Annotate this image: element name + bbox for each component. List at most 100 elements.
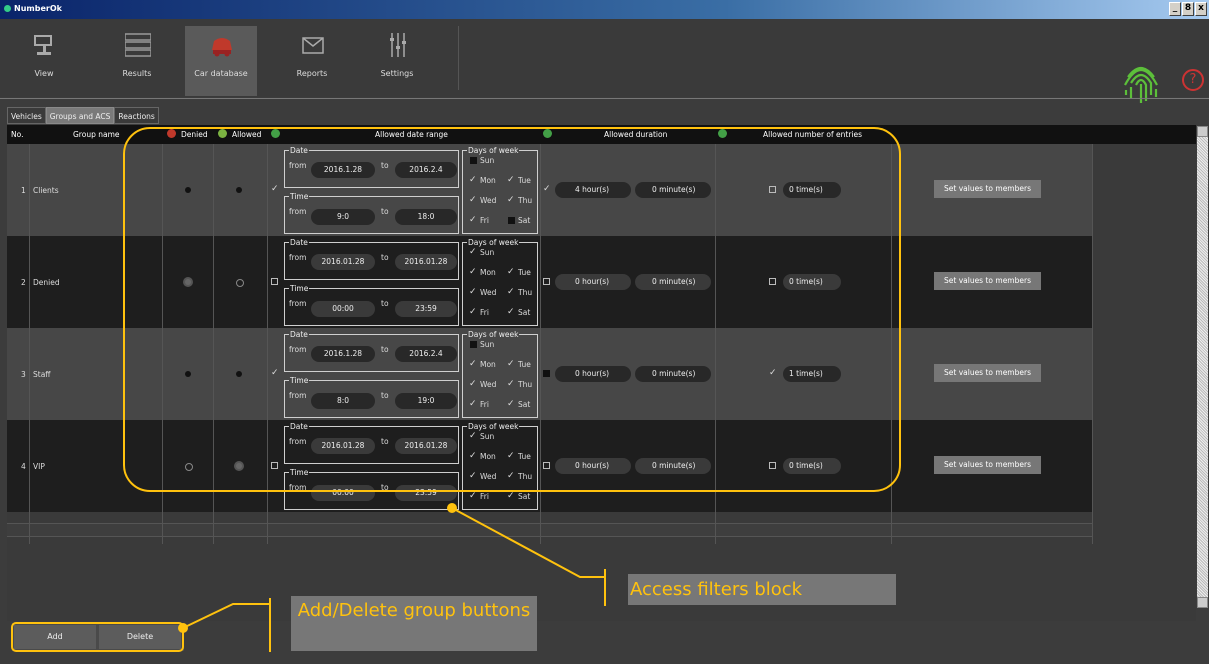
date-from-field[interactable]: 2016.1.28	[311, 162, 375, 178]
date-filter-checkbox[interactable]	[271, 462, 278, 469]
group-name[interactable]: Denied	[33, 278, 60, 287]
tab-groups-and-acs[interactable]: Groups and ACS	[45, 107, 115, 124]
denied-radio[interactable]	[185, 279, 191, 285]
scroll-down-icon[interactable]	[1197, 597, 1208, 608]
checkbox-checked-icon[interactable]: ✓	[507, 196, 515, 205]
checkbox-checked-icon[interactable]: ✓	[507, 400, 515, 409]
checkbox-checked-icon[interactable]: ✓	[469, 472, 477, 481]
toolbar-results-button[interactable]: Results	[101, 26, 173, 96]
allowed-radio[interactable]	[236, 463, 242, 469]
checkbox-unchecked[interactable]	[508, 217, 515, 224]
checkbox-checked-icon[interactable]: ✓	[469, 308, 477, 317]
checkbox-checked-icon[interactable]: ✓	[469, 176, 477, 185]
hours-spinner[interactable]: 0 hour(s)	[555, 366, 631, 382]
maximize-button[interactable]: 8	[1182, 2, 1194, 16]
duration-filter-checkbox[interactable]	[543, 462, 550, 469]
toolbar-reports-button[interactable]: Reports	[276, 26, 348, 96]
time-to-field[interactable]: 19:0	[395, 393, 457, 409]
table-row[interactable]: 3 Staff ✓ Date from 2016.1.28 to 2016.2.4 Time fr…	[7, 328, 1092, 420]
set-values-to-members-button[interactable]: Set values to members	[934, 180, 1041, 198]
date-from-field[interactable]: 2016.01.28	[311, 254, 375, 270]
checkbox-checked-icon[interactable]: ✓	[469, 288, 477, 297]
date-to-field[interactable]: 2016.2.4	[395, 162, 457, 178]
hours-spinner[interactable]: 4 hour(s)	[555, 182, 631, 198]
checkbox-checked-icon[interactable]: ✓	[469, 452, 477, 461]
denied-radio[interactable]	[185, 371, 191, 377]
entries-filter-checkbox[interactable]	[769, 186, 776, 193]
checkbox-unchecked[interactable]	[470, 157, 477, 164]
checkbox-checked-icon[interactable]: ✓	[507, 268, 515, 277]
minutes-spinner[interactable]: 0 minute(s)	[635, 458, 711, 474]
hours-spinner[interactable]: 0 hour(s)	[555, 274, 631, 290]
denied-radio[interactable]	[185, 187, 191, 193]
vertical-scrollbar[interactable]	[1197, 126, 1208, 608]
tab-vehicles[interactable]: Vehicles	[7, 107, 46, 124]
duration-filter-checkbox[interactable]: ✓	[543, 185, 551, 194]
group-name[interactable]: VIP	[33, 462, 45, 471]
set-values-to-members-button[interactable]: Set values to members	[934, 272, 1041, 290]
checkbox-checked-icon[interactable]: ✓	[507, 452, 515, 461]
set-values-to-members-button[interactable]: Set values to members	[934, 364, 1041, 382]
checkbox-checked-icon[interactable]: ✓	[507, 360, 515, 369]
duration-filter-checkbox[interactable]	[543, 370, 550, 377]
time-to-field[interactable]: 23:59	[395, 485, 457, 501]
checkbox-checked-icon[interactable]: ✓	[469, 216, 477, 225]
time-from-field[interactable]: 00:00	[311, 301, 375, 317]
date-to-field[interactable]: 2016.01.28	[395, 254, 457, 270]
allowed-radio[interactable]	[236, 371, 242, 377]
filter-toggle-icon[interactable]	[271, 129, 280, 138]
entries-spinner[interactable]: 1 time(s)	[783, 366, 841, 382]
checkbox-checked-icon[interactable]: ✓	[469, 400, 477, 409]
minutes-spinner[interactable]: 0 minute(s)	[635, 366, 711, 382]
checkbox-checked-icon[interactable]: ✓	[469, 432, 477, 441]
table-row[interactable]: 1 Clients ✓ Date from 2016.1.28 to 2016.2.4 Time…	[7, 144, 1092, 236]
minimize-button[interactable]: _	[1169, 2, 1181, 16]
checkbox-checked-icon[interactable]: ✓	[469, 492, 477, 501]
set-values-to-members-button[interactable]: Set values to members	[934, 456, 1041, 474]
checkbox-checked-icon[interactable]: ✓	[469, 360, 477, 369]
time-from-field[interactable]: 00:00	[311, 485, 375, 501]
entries-filter-checkbox[interactable]	[769, 278, 776, 285]
duration-filter-checkbox[interactable]	[543, 278, 550, 285]
date-to-field[interactable]: 2016.01.28	[395, 438, 457, 454]
time-to-field[interactable]: 23:59	[395, 301, 457, 317]
date-to-field[interactable]: 2016.2.4	[395, 346, 457, 362]
checkbox-checked-icon[interactable]: ✓	[507, 308, 515, 317]
allowed-radio[interactable]	[236, 279, 244, 287]
entries-spinner[interactable]: 0 time(s)	[783, 458, 841, 474]
tab-reactions[interactable]: Reactions	[114, 107, 159, 124]
toolbar-car-database-button[interactable]: Car database	[185, 26, 257, 96]
filter-toggle-icon[interactable]	[718, 129, 727, 138]
checkbox-unchecked[interactable]	[470, 341, 477, 348]
time-from-field[interactable]: 9:0	[311, 209, 375, 225]
denied-radio[interactable]	[185, 463, 193, 471]
filter-toggle-icon[interactable]	[543, 129, 552, 138]
entries-spinner[interactable]: 0 time(s)	[783, 182, 841, 198]
checkbox-checked-icon[interactable]: ✓	[469, 268, 477, 277]
time-from-field[interactable]: 8:0	[311, 393, 375, 409]
checkbox-checked-icon[interactable]: ✓	[507, 380, 515, 389]
delete-button[interactable]: Delete	[99, 625, 181, 649]
close-button[interactable]: x	[1195, 2, 1207, 16]
date-filter-checkbox[interactable]: ✓	[271, 185, 279, 194]
date-filter-checkbox[interactable]	[271, 278, 278, 285]
group-name[interactable]: Staff	[33, 370, 50, 379]
checkbox-checked-icon[interactable]: ✓	[507, 176, 515, 185]
date-from-field[interactable]: 2016.01.28	[311, 438, 375, 454]
group-name[interactable]: Clients	[33, 186, 59, 195]
checkbox-checked-icon[interactable]: ✓	[507, 472, 515, 481]
time-to-field[interactable]: 18:0	[395, 209, 457, 225]
entries-filter-checkbox[interactable]	[769, 462, 776, 469]
checkbox-checked-icon[interactable]: ✓	[469, 196, 477, 205]
allowed-radio[interactable]	[236, 187, 242, 193]
entries-spinner[interactable]: 0 time(s)	[783, 274, 841, 290]
table-row[interactable]: 2 Denied Date from 2016.01.28 to 2016.01.28 Tim…	[7, 236, 1092, 328]
toolbar-view-button[interactable]: View	[8, 26, 80, 96]
date-filter-checkbox[interactable]: ✓	[271, 369, 279, 378]
hours-spinner[interactable]: 0 hour(s)	[555, 458, 631, 474]
help-icon[interactable]: ?	[1182, 69, 1204, 91]
minutes-spinner[interactable]: 0 minute(s)	[635, 274, 711, 290]
date-from-field[interactable]: 2016.1.28	[311, 346, 375, 362]
checkbox-checked-icon[interactable]: ✓	[507, 288, 515, 297]
toolbar-settings-button[interactable]: Settings	[361, 26, 433, 96]
